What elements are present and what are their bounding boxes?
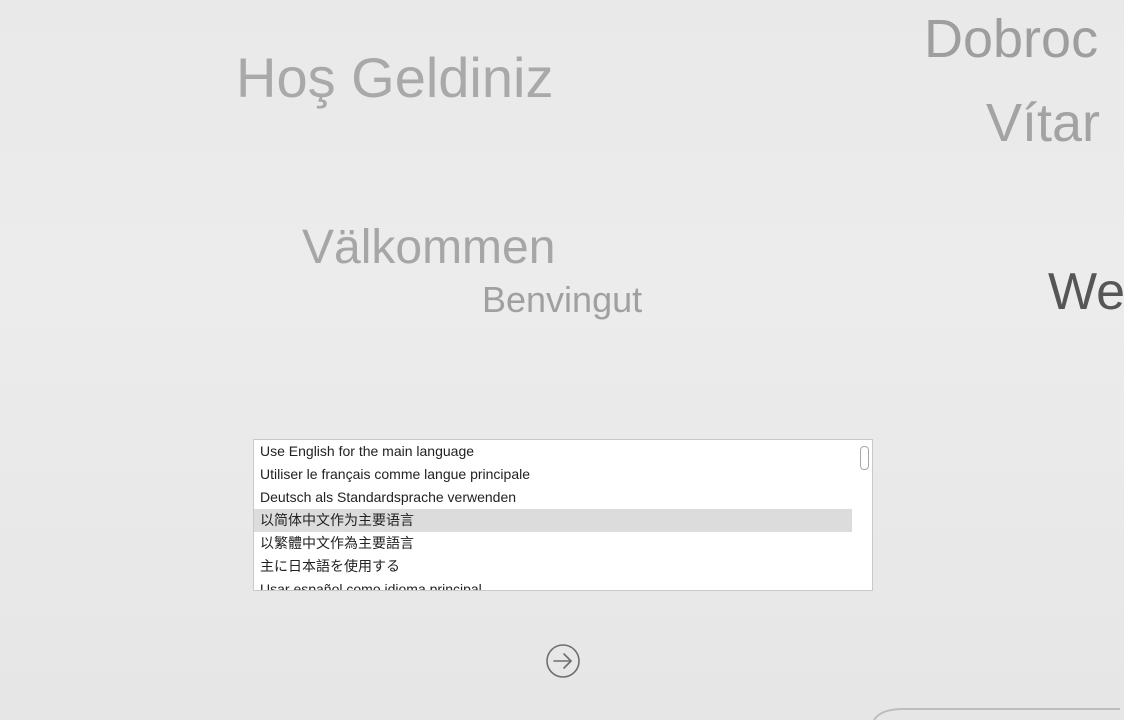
arrow-right-circle-icon [546,644,580,678]
greeting-czech: Vítar [986,93,1101,153]
greeting-english: We [1048,263,1124,321]
continue-button[interactable] [543,641,583,681]
language-list[interactable]: Use English for the main language Utilis… [253,439,873,591]
language-item-japanese[interactable]: 主に日本語を使用する [254,555,852,578]
language-item-german[interactable]: Deutsch als Standardsprache verwenden [254,486,852,509]
greeting-croatian: Dobroc [924,9,1099,69]
language-item-simplified-chinese[interactable]: 以简体中文作为主要语言 [254,509,852,532]
greeting-swedish: Välkommen [302,221,556,274]
scrollbar-thumb[interactable] [860,446,869,470]
language-item-french[interactable]: Utiliser le français comme langue princi… [254,463,852,486]
watermark-fragment [873,708,1120,720]
greeting-turkish: Hoş Geldiniz [236,46,554,109]
language-item-english[interactable]: Use English for the main language [254,440,852,463]
language-item-spanish[interactable]: Usar español como idioma principal [254,578,852,590]
greeting-catalan: Benvingut [482,279,643,320]
language-item-traditional-chinese[interactable]: 以繁體中文作為主要語言 [254,532,852,555]
list-scrollbar[interactable] [858,442,870,588]
